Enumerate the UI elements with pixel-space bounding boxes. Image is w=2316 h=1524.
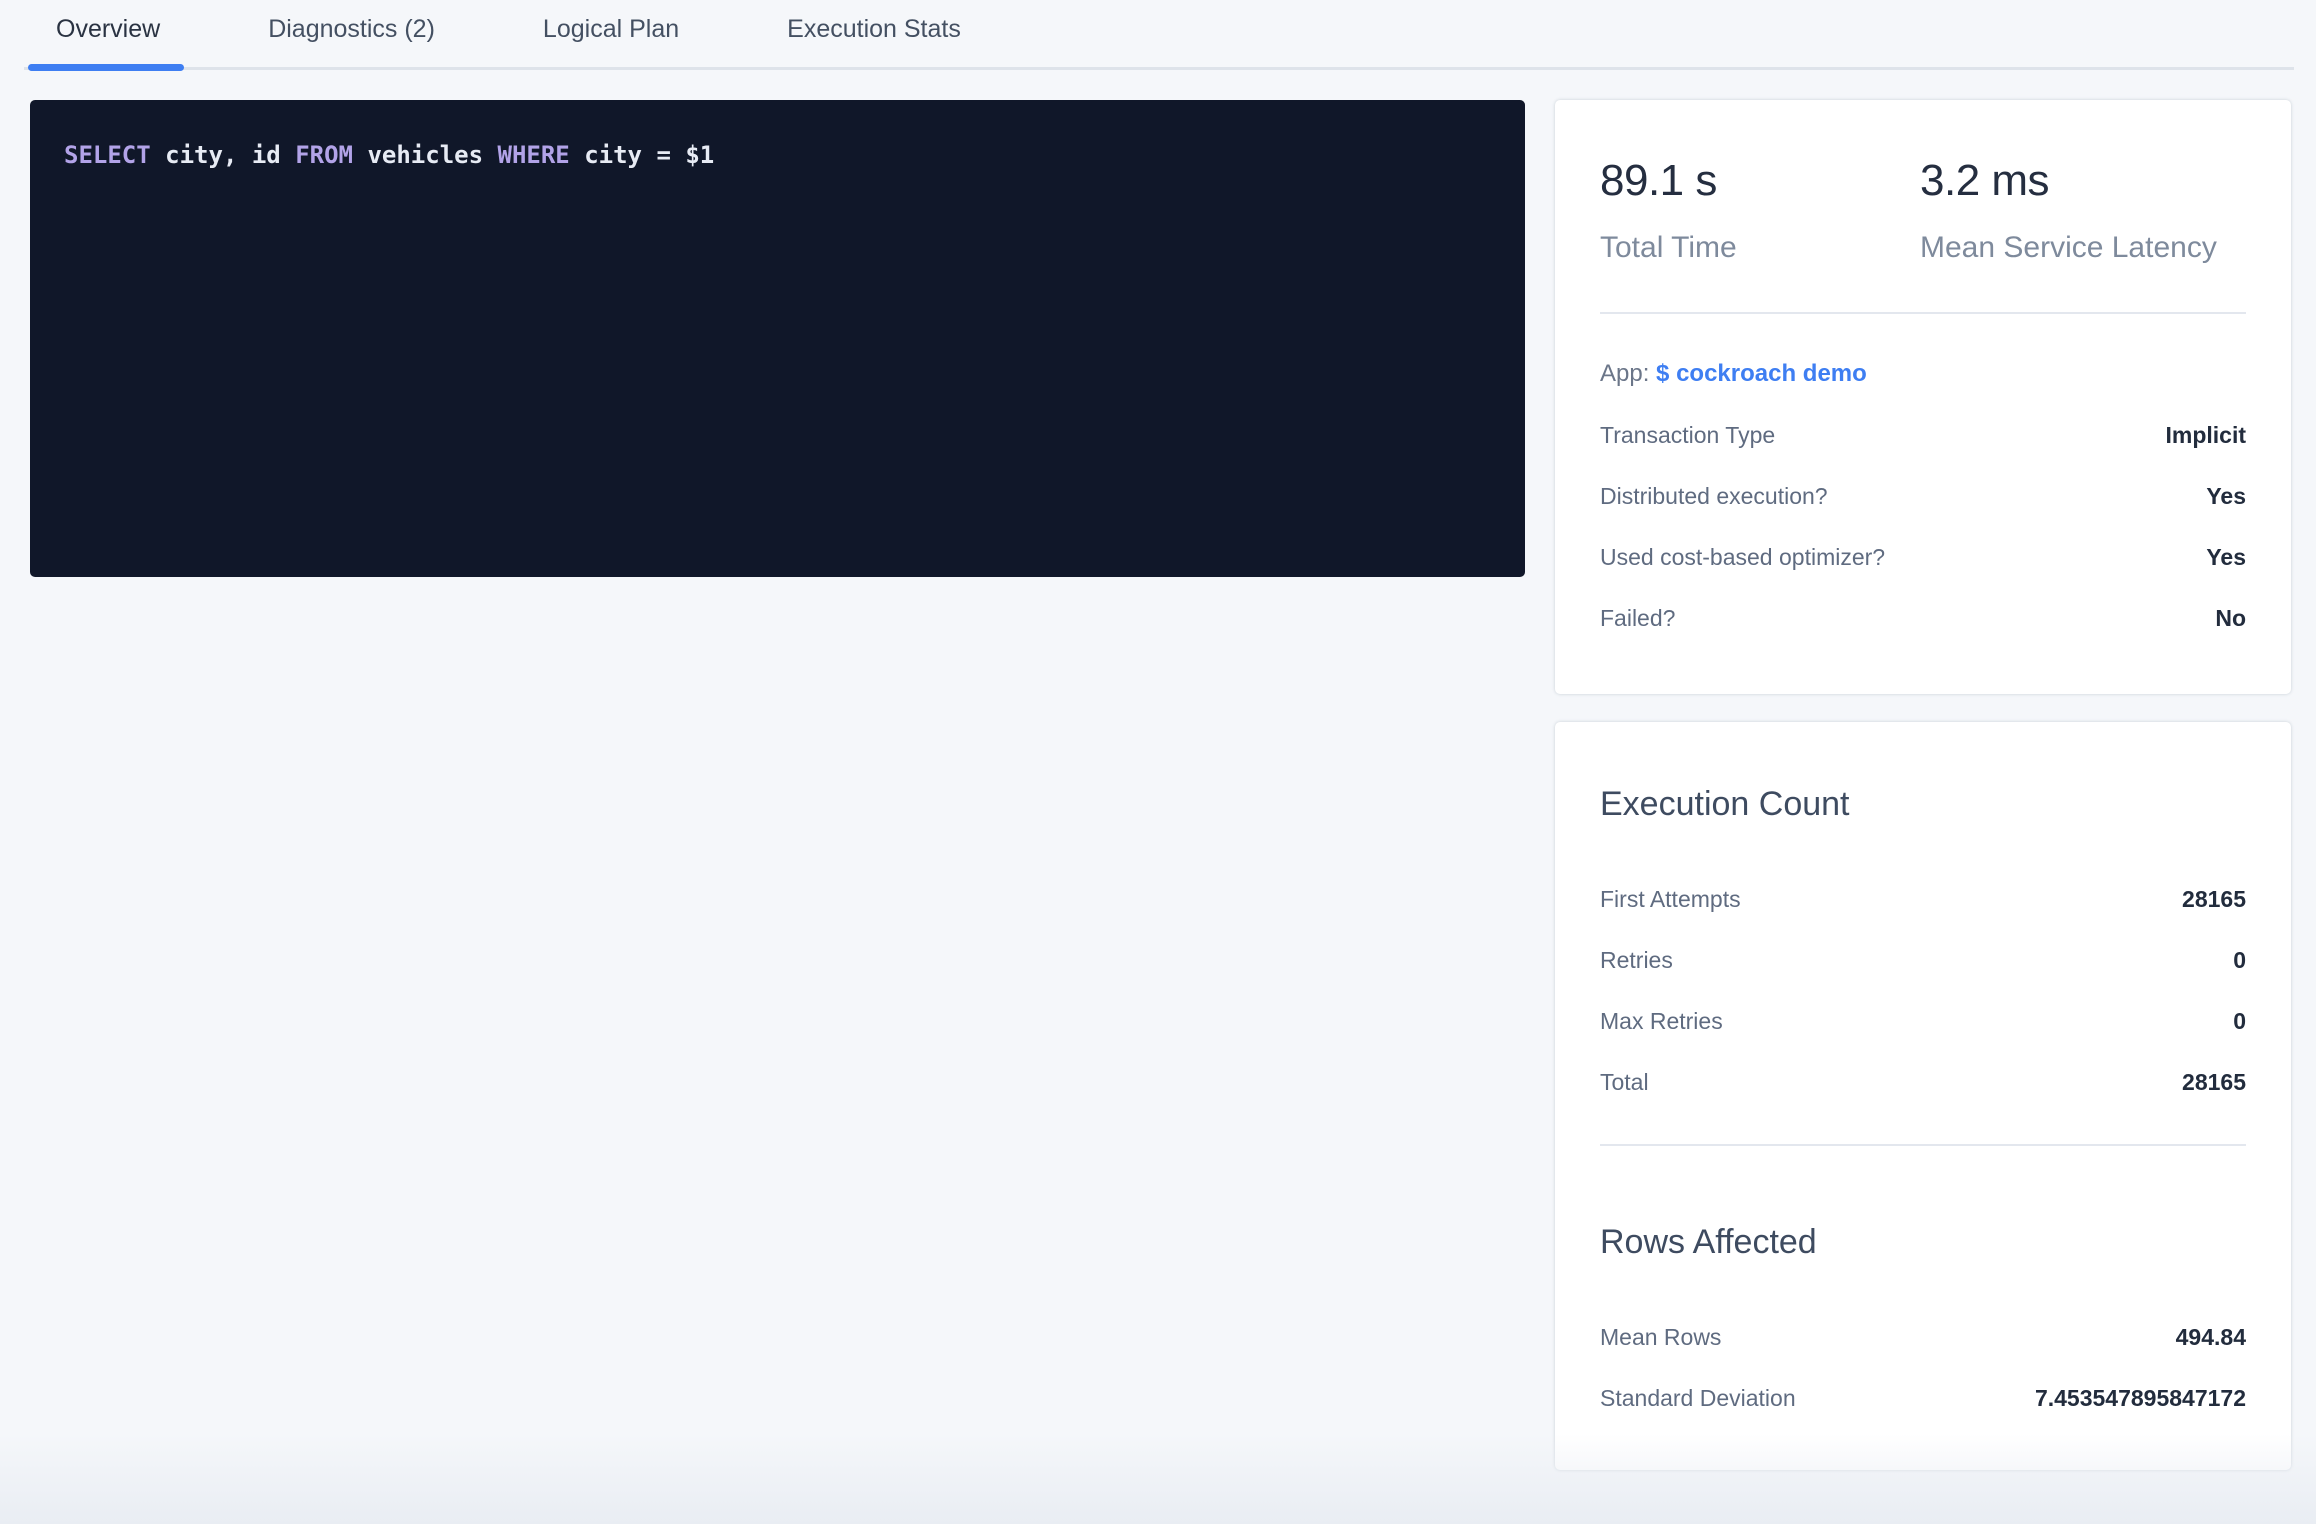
detail-row-mean-rows: Mean Rows 494.84 — [1600, 1324, 2246, 1351]
detail-value: 28165 — [2182, 1069, 2246, 1096]
sql-keyword: FROM — [295, 141, 353, 169]
total-time-label: Total Time — [1600, 232, 1920, 264]
detail-label: Total — [1600, 1069, 1649, 1096]
tab-bar: Overview Diagnostics (2) Logical Plan Ex… — [24, 0, 2294, 70]
detail-row-total: Total 28165 — [1600, 1069, 2246, 1096]
detail-value: 7.453547895847172 — [2035, 1385, 2246, 1412]
sql-keyword: SELECT — [64, 141, 151, 169]
app-label: App: — [1600, 360, 1649, 387]
detail-label: Retries — [1600, 947, 1673, 974]
sql-keyword: WHERE — [498, 141, 570, 169]
detail-label: First Attempts — [1600, 886, 1741, 913]
sql-text: vehicles — [353, 141, 498, 169]
detail-value: Implicit — [2165, 422, 2246, 449]
mean-service-latency-value: 3.2 ms — [1920, 158, 2217, 204]
metric-mean-service-latency: 3.2 ms Mean Service Latency — [1920, 158, 2217, 264]
detail-label: Mean Rows — [1600, 1324, 1721, 1351]
execution-stats-card: Execution Count First Attempts 28165 Ret… — [1555, 722, 2291, 1470]
detail-label: Used cost-based optimizer? — [1600, 544, 1885, 571]
execution-count-title: Execution Count — [1600, 782, 2246, 826]
summary-divider — [1600, 312, 2246, 314]
execution-count-rows: First Attempts 28165 Retries 0 Max Retri… — [1600, 886, 2246, 1096]
app-row: App: $ cockroach demo — [1600, 360, 2246, 388]
detail-value: No — [2215, 605, 2246, 632]
sql-text: city = $1 — [570, 141, 715, 169]
stats-divider — [1600, 1144, 2246, 1146]
app-link[interactable]: $ cockroach demo — [1656, 360, 1867, 387]
detail-row-distributed-execution: Distributed execution? Yes — [1600, 483, 2246, 510]
detail-label: Max Retries — [1600, 1008, 1723, 1035]
detail-row-max-retries: Max Retries 0 — [1600, 1008, 2246, 1035]
mean-service-latency-label: Mean Service Latency — [1920, 232, 2217, 264]
tab-overview[interactable]: Overview — [56, 0, 160, 67]
summary-card: 89.1 s Total Time 3.2 ms Mean Service La… — [1555, 100, 2291, 694]
detail-row-first-attempts: First Attempts 28165 — [1600, 886, 2246, 913]
tab-diagnostics[interactable]: Diagnostics (2) — [268, 0, 435, 67]
detail-row-retries: Retries 0 — [1600, 947, 2246, 974]
detail-value: 0 — [2233, 947, 2246, 974]
detail-value: Yes — [2206, 544, 2246, 571]
sql-text: city, id — [151, 141, 296, 169]
tab-logical-plan[interactable]: Logical Plan — [543, 0, 679, 67]
detail-value: 494.84 — [2176, 1324, 2246, 1351]
metric-total-time: 89.1 s Total Time — [1600, 158, 1920, 264]
sql-statement: SELECT city, id FROM vehicles WHERE city… — [64, 138, 1491, 172]
detail-row-transaction-type: Transaction Type Implicit — [1600, 422, 2246, 449]
rows-affected-title: Rows Affected — [1600, 1220, 2246, 1264]
detail-row-standard-deviation: Standard Deviation 7.453547895847172 — [1600, 1385, 2246, 1412]
detail-value: 28165 — [2182, 886, 2246, 913]
stats-sidebar: 89.1 s Total Time 3.2 ms Mean Service La… — [1555, 100, 2291, 1470]
detail-row-failed: Failed? No — [1600, 605, 2246, 632]
detail-row-cost-based-optimizer: Used cost-based optimizer? Yes — [1600, 544, 2246, 571]
detail-label: Standard Deviation — [1600, 1385, 1796, 1412]
detail-value: 0 — [2233, 1008, 2246, 1035]
rows-affected-rows: Mean Rows 494.84 Standard Deviation 7.45… — [1600, 1324, 2246, 1412]
metrics-row: 89.1 s Total Time 3.2 ms Mean Service La… — [1600, 158, 2246, 264]
detail-label: Failed? — [1600, 605, 1675, 632]
total-time-value: 89.1 s — [1600, 158, 1920, 204]
detail-label: Distributed execution? — [1600, 483, 1828, 510]
statement-details-content: SELECT city, id FROM vehicles WHERE city… — [30, 100, 2290, 1470]
sql-statement-box: SELECT city, id FROM vehicles WHERE city… — [30, 100, 1525, 577]
detail-value: Yes — [2206, 483, 2246, 510]
tab-execution-stats[interactable]: Execution Stats — [787, 0, 961, 67]
detail-label: Transaction Type — [1600, 422, 1775, 449]
